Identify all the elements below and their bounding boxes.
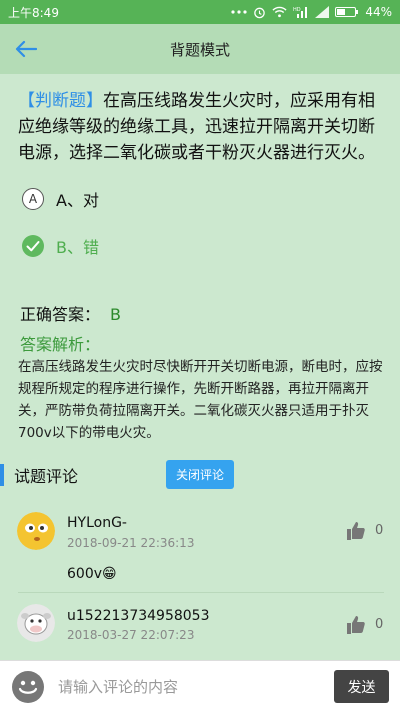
- signal-icon: [315, 6, 330, 18]
- emoji-face-icon: [17, 512, 55, 550]
- cow-avatar-icon: [17, 604, 55, 642]
- option-a-label: A、对: [56, 191, 99, 210]
- thumbs-up-icon[interactable]: [346, 521, 366, 541]
- thumbs-up-icon[interactable]: [346, 615, 366, 635]
- comment-divider: [18, 592, 384, 593]
- alarm-icon: [253, 6, 266, 19]
- question-type-tag: 【判断题】: [18, 91, 103, 111]
- analysis-text: 在高压线路发生火灾时尽快断开开关切断电源，断电时，应按规程所规定的程序进行操作，…: [18, 359, 383, 441]
- page-title: 背题模式: [169, 40, 230, 59]
- app-bar: 背题模式: [0, 24, 400, 74]
- battery-icon: [335, 6, 359, 18]
- comments-title: 试题评论: [14, 467, 79, 486]
- status-icons: HD 44%: [231, 5, 392, 19]
- dots-icon: [231, 9, 247, 15]
- option-b-label: B、错: [56, 238, 99, 257]
- comment-date: 2018-09-21 22:36:13: [67, 536, 195, 550]
- comment-input-bar: 发送: [0, 660, 400, 711]
- comment-input[interactable]: [58, 673, 318, 701]
- svg-text:HD: HD: [293, 7, 301, 13]
- emoji-picker-icon[interactable]: [11, 670, 45, 704]
- avatar[interactable]: [17, 604, 55, 642]
- back-arrow-icon: [15, 40, 37, 58]
- analysis-title: 答案解析：: [20, 335, 101, 354]
- correct-answer: 正确答案： B: [20, 301, 121, 325]
- comment-date: 2018-03-27 22:07:23: [67, 628, 195, 642]
- question-text: 【判断题】在高压线路发生火灾时，应采用有相应绝缘等级的绝缘工具，迅速拉开隔离开关…: [18, 88, 384, 166]
- send-button[interactable]: 发送: [334, 670, 389, 703]
- option-b[interactable]: B、错: [22, 234, 99, 258]
- comment-author[interactable]: u152213734958053: [67, 608, 209, 624]
- correct-answer-label: 正确答案：: [20, 305, 101, 324]
- option-a[interactable]: A A、对: [22, 187, 99, 211]
- status-time: 上午8:49: [8, 5, 59, 20]
- comment-like-count: 0: [375, 617, 384, 632]
- hd-signal-icon: HD: [293, 6, 309, 18]
- close-comments-button[interactable]: 关闭评论: [166, 460, 234, 489]
- comment-author[interactable]: HYLonG-: [67, 515, 127, 531]
- battery-percent: 44%: [365, 5, 392, 19]
- comment-text: 600v😁: [67, 566, 117, 582]
- check-icon: [22, 235, 44, 257]
- wifi-icon: [272, 6, 287, 18]
- back-button[interactable]: [12, 36, 40, 62]
- correct-answer-value: B: [110, 305, 121, 324]
- avatar[interactable]: [17, 512, 55, 550]
- option-a-letter: A: [22, 188, 44, 210]
- section-accent-bar: [0, 464, 4, 486]
- comment-like-count: 0: [375, 523, 384, 538]
- status-bar: 上午8:49 HD 44%: [0, 0, 400, 24]
